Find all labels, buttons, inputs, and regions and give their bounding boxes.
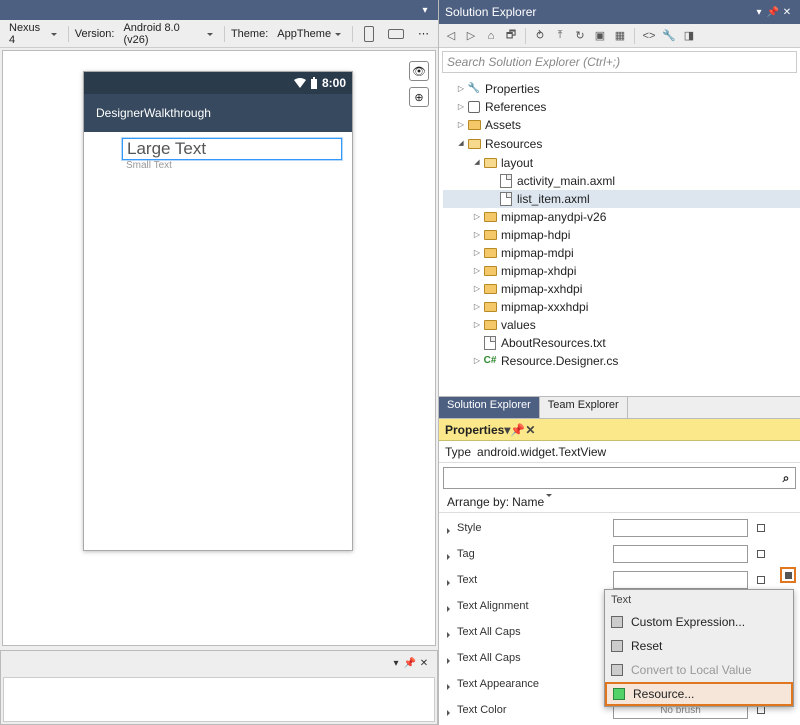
tree-references[interactable]: References bbox=[443, 98, 800, 116]
pin-icon[interactable]: 📌 bbox=[766, 7, 780, 18]
tree-list-item[interactable]: list_item.axml bbox=[443, 190, 800, 208]
designer-header: ▾ bbox=[0, 0, 438, 20]
close-icon[interactable]: ✕ bbox=[417, 658, 431, 669]
panel-menu-icon[interactable]: ▾ bbox=[389, 658, 403, 669]
tree-assets[interactable]: Assets bbox=[443, 116, 800, 134]
close-icon[interactable]: ✕ bbox=[780, 7, 794, 18]
tree-resource-designer-cs[interactable]: C#Resource.Designer.cs bbox=[443, 352, 800, 370]
tab-team-explorer[interactable]: Team Explorer bbox=[540, 397, 628, 418]
solution-search-input[interactable]: Search Solution Explorer (Ctrl+;) bbox=[442, 51, 797, 73]
version-dropdown[interactable]: Android 8.0 (v26) bbox=[118, 24, 218, 44]
tree-resources[interactable]: Resources bbox=[443, 134, 800, 153]
theme-label: Theme: bbox=[231, 28, 268, 40]
close-icon[interactable]: ✕ bbox=[525, 423, 535, 437]
show-all-icon[interactable]: ▣ bbox=[592, 28, 608, 44]
properties-type-row: Type android.widget.TextView bbox=[439, 441, 800, 463]
value-source-popup: Text Custom Expression... Reset Convert … bbox=[604, 589, 794, 707]
pin-icon[interactable]: 📌 bbox=[510, 423, 525, 437]
tree-about-resources[interactable]: AboutResources.txt bbox=[443, 334, 800, 352]
arrange-dropdown[interactable]: Name bbox=[512, 495, 552, 509]
tree-mipmap-mdpi[interactable]: mipmap-mdpi bbox=[443, 244, 800, 262]
home-icon[interactable]: ⌂ bbox=[483, 28, 499, 44]
tool-crosshair-icon[interactable]: ⊕ bbox=[409, 87, 429, 107]
panel-menu-icon[interactable]: ▾ bbox=[752, 7, 766, 18]
solution-toolbar: ◁ ▷ ⌂ 🗗 ⥁ ⤒ ↻ ▣ ▦ <> 🔧 ◨ bbox=[439, 24, 800, 48]
battery-icon bbox=[310, 77, 318, 89]
toggle-icon[interactable]: ◨ bbox=[681, 28, 697, 44]
type-label: Type bbox=[445, 445, 471, 459]
tool-preview-eye-icon[interactable]: 👁 bbox=[409, 61, 429, 81]
properties-search[interactable]: ⌕ bbox=[443, 467, 796, 489]
popup-custom-expression[interactable]: Custom Expression... bbox=[605, 610, 793, 634]
wifi-icon bbox=[294, 78, 306, 88]
design-canvas[interactable]: 👁 ⊕ 8:00 DesignerWalkthrough Large Text … bbox=[2, 50, 436, 646]
orientation-portrait-button[interactable] bbox=[359, 24, 379, 44]
prop-style[interactable]: Style bbox=[447, 515, 800, 541]
tree-activity-main[interactable]: activity_main.axml bbox=[443, 172, 800, 190]
collapse-icon[interactable]: ⤒ bbox=[552, 28, 568, 44]
properties-header: Properties ▾ 📌 ✕ bbox=[439, 419, 800, 441]
solution-tabs: Solution Explorer Team Explorer bbox=[439, 396, 800, 418]
properties-icon[interactable]: 🔧 bbox=[661, 28, 677, 44]
bottom-tool-panel: ▾ 📌 ✕ bbox=[0, 650, 438, 725]
phone-app-bar: DesignerWalkthrough bbox=[84, 94, 352, 132]
toolbar-overflow-button[interactable]: ⋯ bbox=[413, 24, 434, 44]
tree-layout[interactable]: layout bbox=[443, 153, 800, 172]
version-label: Version: bbox=[75, 28, 115, 40]
tab-solution-explorer[interactable]: Solution Explorer bbox=[439, 397, 540, 418]
type-value: android.widget.TextView bbox=[477, 445, 606, 459]
code-icon[interactable]: <> bbox=[641, 28, 657, 44]
properties-search-input[interactable] bbox=[444, 472, 777, 484]
solution-tree[interactable]: 🔧Properties References Assets Resources … bbox=[439, 76, 800, 396]
bottom-panel-body bbox=[3, 677, 435, 722]
properties-panel: Properties ▾ 📌 ✕ Type android.widget.Tex… bbox=[438, 418, 800, 725]
tree-values[interactable]: values bbox=[443, 316, 800, 334]
large-text-view[interactable]: Large Text bbox=[122, 138, 342, 160]
pin-icon[interactable]: 📌 bbox=[403, 658, 417, 669]
prop-tag[interactable]: Tag bbox=[447, 541, 800, 567]
arrange-by-row[interactable]: Arrange by: Name bbox=[439, 493, 800, 513]
device-dropdown[interactable]: Nexus 4 bbox=[4, 24, 62, 44]
forward-icon[interactable]: ▷ bbox=[463, 28, 479, 44]
refresh-icon[interactable]: ↻ bbox=[572, 28, 588, 44]
solution-explorer-panel: Solution Explorer ▾ 📌 ✕ ◁ ▷ ⌂ 🗗 ⥁ ⤒ ↻ ▣ … bbox=[438, 0, 800, 418]
small-text-view[interactable]: Small Text bbox=[122, 160, 342, 171]
popup-resource[interactable]: Resource... bbox=[605, 682, 793, 706]
text-value-anchor-button[interactable] bbox=[780, 567, 796, 583]
back-icon[interactable]: ◁ bbox=[443, 28, 459, 44]
sync-icon[interactable]: 🗗 bbox=[503, 28, 519, 44]
popup-convert-local: Convert to Local Value bbox=[605, 658, 793, 682]
tree-mipmap-xxxhdpi[interactable]: mipmap-xxxhdpi bbox=[443, 298, 800, 316]
panel-menu-icon[interactable]: ▾ bbox=[418, 5, 432, 16]
popup-reset[interactable]: Reset bbox=[605, 634, 793, 658]
preview-icon[interactable]: ▦ bbox=[612, 28, 628, 44]
tree-mipmap-xxhdpi[interactable]: mipmap-xxhdpi bbox=[443, 280, 800, 298]
designer-toolbar: Nexus 4 Version: Android 8.0 (v26) Theme… bbox=[0, 20, 438, 48]
search-icon[interactable]: ⌕ bbox=[777, 471, 795, 486]
tree-mipmap-any[interactable]: mipmap-anydpi-v26 bbox=[443, 208, 800, 226]
phone-status-bar: 8:00 bbox=[84, 72, 352, 94]
theme-dropdown[interactable]: AppTheme bbox=[272, 24, 346, 44]
tree-mipmap-hdpi[interactable]: mipmap-hdpi bbox=[443, 226, 800, 244]
orientation-landscape-button[interactable] bbox=[383, 24, 409, 44]
tree-properties[interactable]: 🔧Properties bbox=[443, 80, 800, 98]
scope-icon[interactable]: ⥁ bbox=[532, 28, 548, 44]
phone-mockup: 8:00 DesignerWalkthrough Large Text Smal… bbox=[83, 71, 353, 551]
tree-mipmap-xhdpi[interactable]: mipmap-xhdpi bbox=[443, 262, 800, 280]
popup-title: Text bbox=[605, 590, 793, 610]
android-designer-panel: ▾ Nexus 4 Version: Android 8.0 (v26) The… bbox=[0, 0, 438, 648]
status-time: 8:00 bbox=[322, 76, 346, 90]
solution-explorer-header: Solution Explorer ▾ 📌 ✕ bbox=[439, 0, 800, 24]
bottom-panel-header: ▾ 📌 ✕ bbox=[1, 651, 437, 675]
